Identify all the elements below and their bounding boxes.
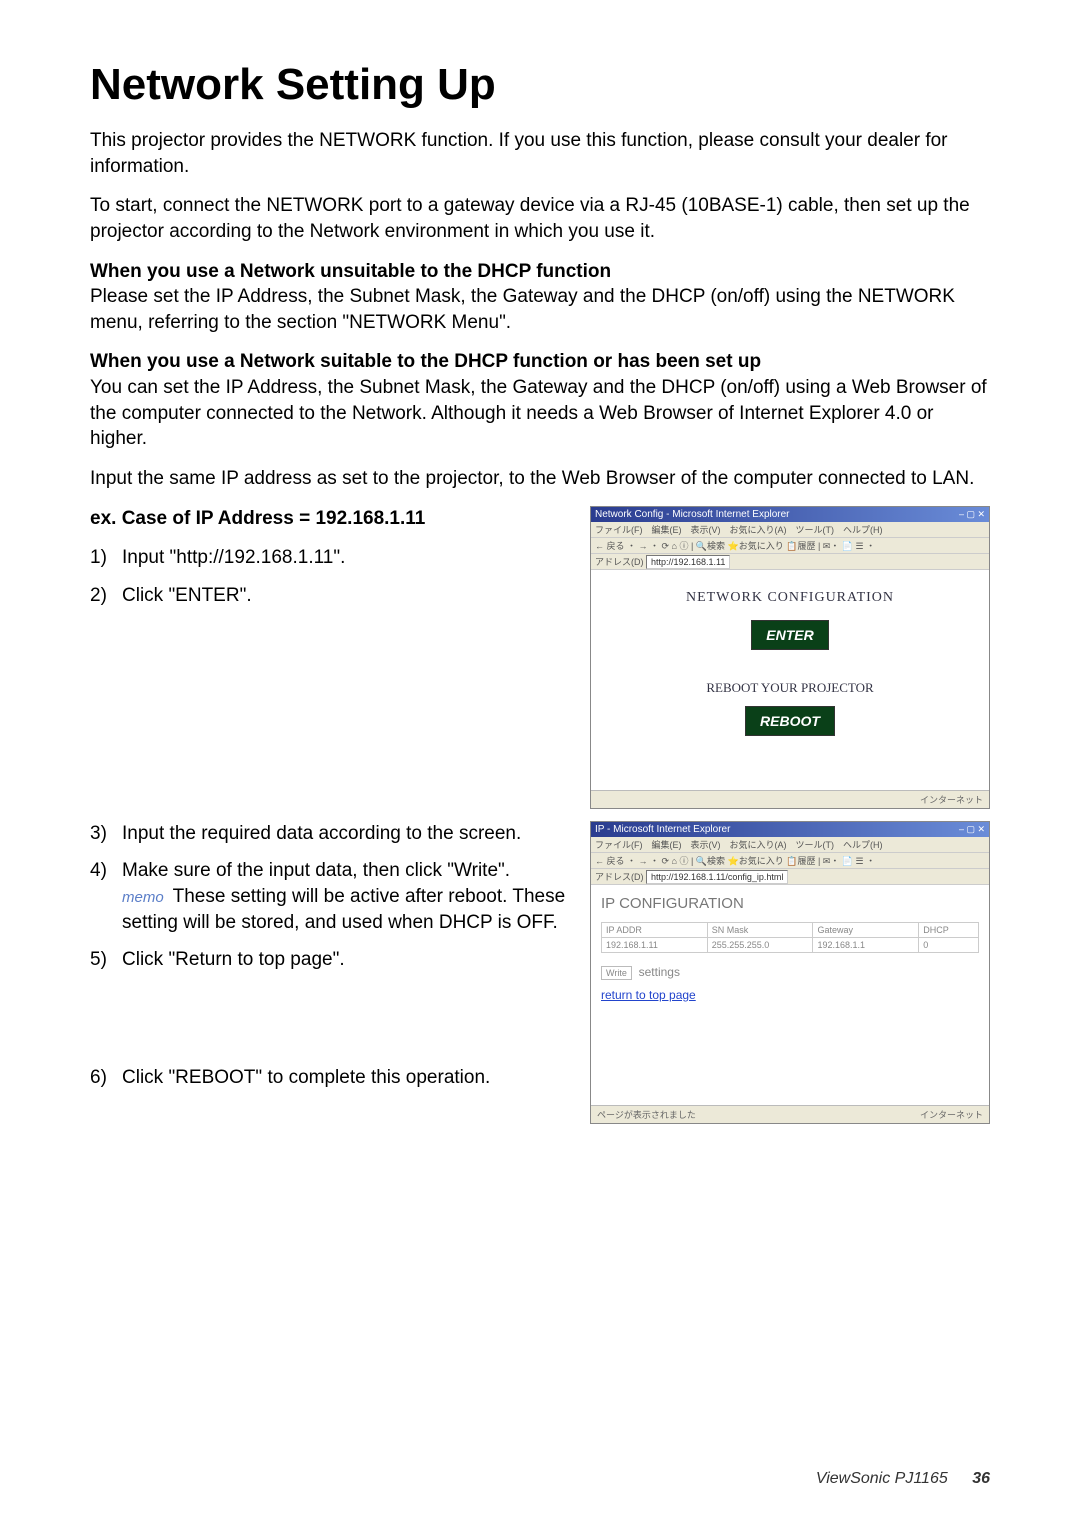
- intro-paragraph-1: This projector provides the NETWORK func…: [90, 128, 990, 179]
- window-title: Network Config - Microsoft Internet Expl…: [595, 509, 790, 520]
- step-4-memo-text: These setting will be active after reboo…: [122, 886, 565, 933]
- step-2: 2) Click "ENTER".: [90, 583, 570, 609]
- intro-paragraph-2: To start, connect the NETWORK port to a …: [90, 193, 990, 244]
- status-right-2: インターネット: [920, 1108, 983, 1121]
- reboot-instruction: REBOOT YOUR PROJECTOR: [597, 680, 983, 696]
- window-menubar: ファイル(F) 編集(E) 表示(V) お気に入り(A) ツール(T) ヘルプ(…: [591, 522, 989, 538]
- step-5-number: 5): [90, 947, 122, 973]
- address-bar: アドレス(D) http://192.168.1.11: [591, 554, 989, 570]
- return-link[interactable]: return to top page: [601, 988, 696, 1002]
- reboot-button[interactable]: REBOOT: [745, 706, 835, 736]
- step-3-number: 3): [90, 821, 122, 847]
- col-ip-addr: IP ADDR: [602, 922, 708, 937]
- window-titlebar-2: IP - Microsoft Internet Explorer – ▢ ✕: [591, 822, 989, 837]
- step-1-number: 1): [90, 545, 122, 571]
- step-6-text: Click "REBOOT" to complete this operatio…: [122, 1065, 570, 1091]
- step-1: 1) Input "http://192.168.1.11".: [90, 545, 570, 571]
- step-5: 5) Click "Return to top page".: [90, 947, 570, 973]
- paragraph-2: You can set the IP Address, the Subnet M…: [90, 377, 987, 449]
- gateway-input[interactable]: [817, 940, 877, 950]
- paragraph-1: Please set the IP Address, the Subnet Ma…: [90, 286, 955, 333]
- product-name: ViewSonic PJ1165: [816, 1470, 948, 1487]
- step-5-text: Click "Return to top page".: [122, 947, 570, 973]
- enter-button[interactable]: ENTER: [751, 620, 828, 650]
- ip-config-table: IP ADDR SN Mask Gateway DHCP: [601, 922, 979, 953]
- page-footer: ViewSonic PJ1165 36: [816, 1470, 990, 1488]
- step-6-number: 6): [90, 1065, 122, 1091]
- subheading-1: When you use a Network unsuitable to the…: [90, 261, 611, 282]
- step-4-number: 4): [90, 858, 122, 935]
- example-heading: ex. Case of IP Address = 192.168.1.11: [90, 506, 570, 532]
- ip-config-heading: IP CONFIGURATION: [601, 895, 979, 912]
- memo-label: memo: [122, 889, 164, 906]
- window-controls-icon: – ▢ ✕: [959, 509, 985, 520]
- window-statusbar: インターネット: [591, 790, 989, 808]
- paragraph-3: Input the same IP address as set to the …: [90, 466, 990, 492]
- settings-label: settings: [639, 965, 680, 979]
- table-row: [602, 937, 979, 952]
- page-number: 36: [972, 1470, 990, 1487]
- step-4-text: Make sure of the input data, then click …: [122, 860, 510, 881]
- step-6: 6) Click "REBOOT" to complete this opera…: [90, 1065, 570, 1091]
- status-left-2: ページが表示されました: [597, 1108, 696, 1121]
- col-gateway: Gateway: [813, 922, 919, 937]
- step-4: 4) Make sure of the input data, then cli…: [90, 858, 570, 935]
- step-3-text: Input the required data according to the…: [122, 821, 570, 847]
- window-toolbar-2: ← 戻る ・ → ・ ⟳ ⌂ ⓘ | 🔍検索 ⭐お気に入り 📋履歴 | ✉・ 📄…: [591, 853, 989, 869]
- ip-addr-input[interactable]: [606, 940, 666, 950]
- sn-mask-input[interactable]: [712, 940, 772, 950]
- step-3: 3) Input the required data according to …: [90, 821, 570, 847]
- step-2-text: Click "ENTER".: [122, 583, 570, 609]
- window-statusbar-2: ページが表示されました インターネット: [591, 1105, 989, 1123]
- screenshot-ip-config: IP - Microsoft Internet Explorer – ▢ ✕ フ…: [590, 821, 990, 1124]
- window-menubar-2: ファイル(F) 編集(E) 表示(V) お気に入り(A) ツール(T) ヘルプ(…: [591, 837, 989, 853]
- page-heading: Network Setting Up: [90, 60, 990, 110]
- window-toolbar: ← 戻る ・ → ・ ⟳ ⌂ ⓘ | 🔍検索 ⭐お気に入り 📋履歴 | ✉・ 📄…: [591, 538, 989, 554]
- window-title-2: IP - Microsoft Internet Explorer: [595, 824, 730, 835]
- screenshot-network-config: Network Config - Microsoft Internet Expl…: [590, 506, 990, 809]
- network-config-heading: NETWORK CONFIGURATION: [597, 590, 983, 606]
- dhcp-input[interactable]: [923, 940, 953, 950]
- subheading-2: When you use a Network suitable to the D…: [90, 351, 761, 372]
- window-titlebar: Network Config - Microsoft Internet Expl…: [591, 507, 989, 522]
- col-sn-mask: SN Mask: [707, 922, 813, 937]
- step-2-number: 2): [90, 583, 122, 609]
- col-dhcp: DHCP: [919, 922, 979, 937]
- window-controls-icon-2: – ▢ ✕: [959, 824, 985, 835]
- step-1-text: Input "http://192.168.1.11".: [122, 545, 570, 571]
- address-bar-2: アドレス(D) http://192.168.1.11/config_ip.ht…: [591, 869, 989, 885]
- status-right: インターネット: [920, 793, 983, 806]
- write-button[interactable]: Write: [601, 966, 632, 980]
